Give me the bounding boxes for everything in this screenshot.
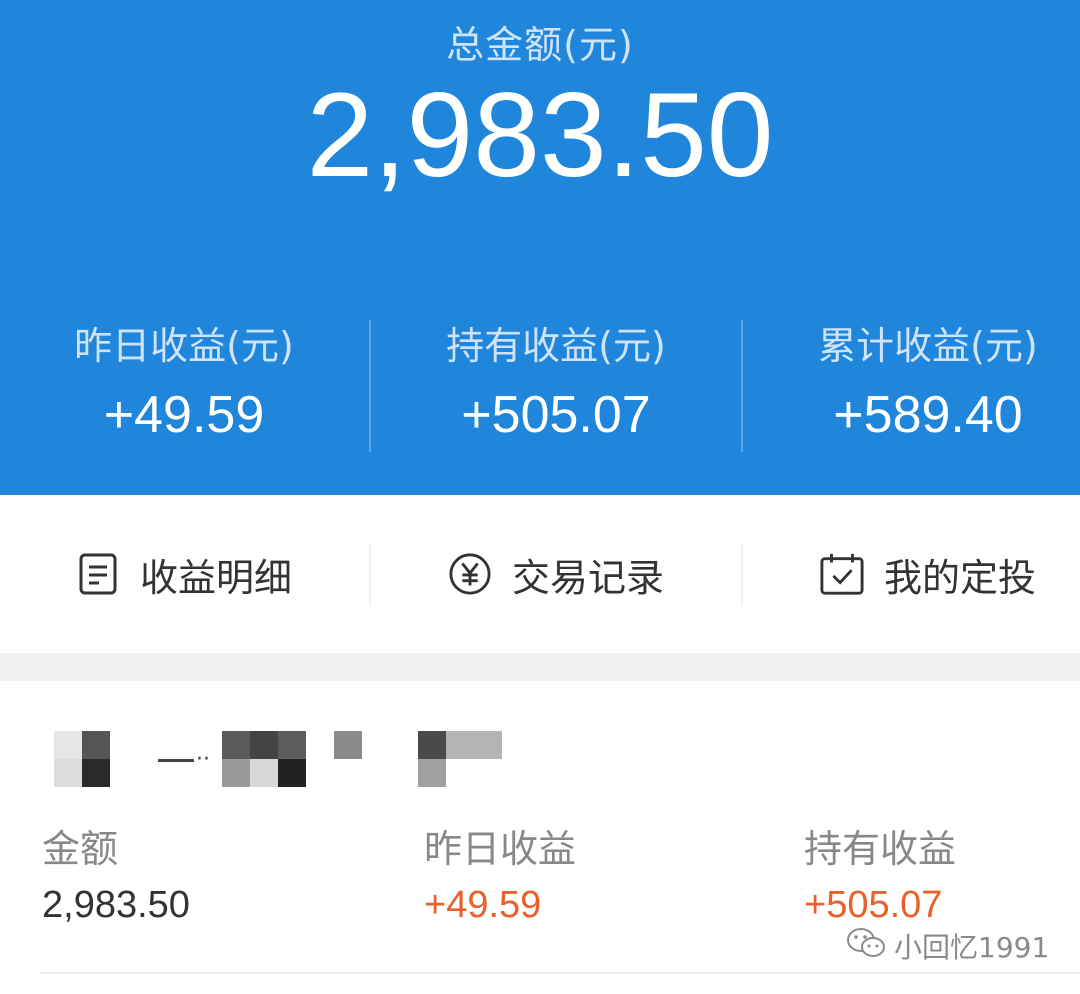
action-bar: 收益明细 交易记录 我的定投 <box>0 495 1080 653</box>
divider <box>741 320 743 452</box>
summary-header: 总金额(元) 2,983.50 昨日收益(元) +49.59 持有收益(元) +… <box>0 0 1080 495</box>
divider <box>369 320 371 452</box>
stat-cumulative-value: +589.40 <box>833 386 1023 444</box>
stat-holding-label: 持有收益(元) <box>446 324 666 368</box>
stat-yesterday-label: 昨日收益(元) <box>74 324 294 368</box>
holding-profit-label: 持有收益 <box>804 827 957 871</box>
wechat-icon <box>846 926 894 967</box>
stat-yesterday: 昨日收益(元) +49.59 <box>4 318 364 448</box>
transaction-records-button[interactable]: 交易记录 <box>376 495 736 653</box>
document-icon <box>76 552 120 596</box>
holding-yesterday-label: 昨日收益 <box>424 827 577 871</box>
watermark-text: 小回忆1991 <box>894 931 1050 964</box>
total-amount: 2,983.50 <box>306 68 774 202</box>
holding-yesterday: 昨日收益 +49.59 <box>424 824 576 930</box>
divider <box>40 972 1080 974</box>
holding-amount: 金额 2,983.50 <box>42 824 190 930</box>
holding-yesterday-value: +49.59 <box>424 884 542 926</box>
my-auto-invest-label: 我的定投 <box>883 555 1036 600</box>
earnings-detail-button[interactable]: 收益明细 <box>4 495 364 653</box>
divider <box>369 543 371 605</box>
transaction-records-label: 交易记录 <box>511 555 664 600</box>
section-gap <box>0 653 1080 681</box>
fund-name-redacted: ·· <box>54 731 514 787</box>
earnings-detail-label: 收益明细 <box>139 555 292 600</box>
yen-circle-icon <box>448 552 492 596</box>
holding-amount-label: 金额 <box>42 827 119 871</box>
holding-amount-value: 2,983.50 <box>42 884 190 926</box>
stat-holding: 持有收益(元) +505.07 <box>376 318 736 448</box>
my-auto-invest-button[interactable]: 我的定投 <box>748 495 1080 653</box>
stat-yesterday-value: +49.59 <box>103 386 265 444</box>
watermark: 小回忆1991 <box>846 922 1049 970</box>
stat-cumulative: 累计收益(元) +589.40 <box>748 318 1080 448</box>
stat-holding-value: +505.07 <box>461 386 651 444</box>
calendar-check-icon <box>820 552 864 596</box>
total-label: 总金额(元) <box>446 23 634 67</box>
holding-profit: 持有收益 +505.07 <box>804 824 956 930</box>
divider <box>741 543 743 605</box>
stat-cumulative-label: 累计收益(元) <box>818 324 1038 368</box>
